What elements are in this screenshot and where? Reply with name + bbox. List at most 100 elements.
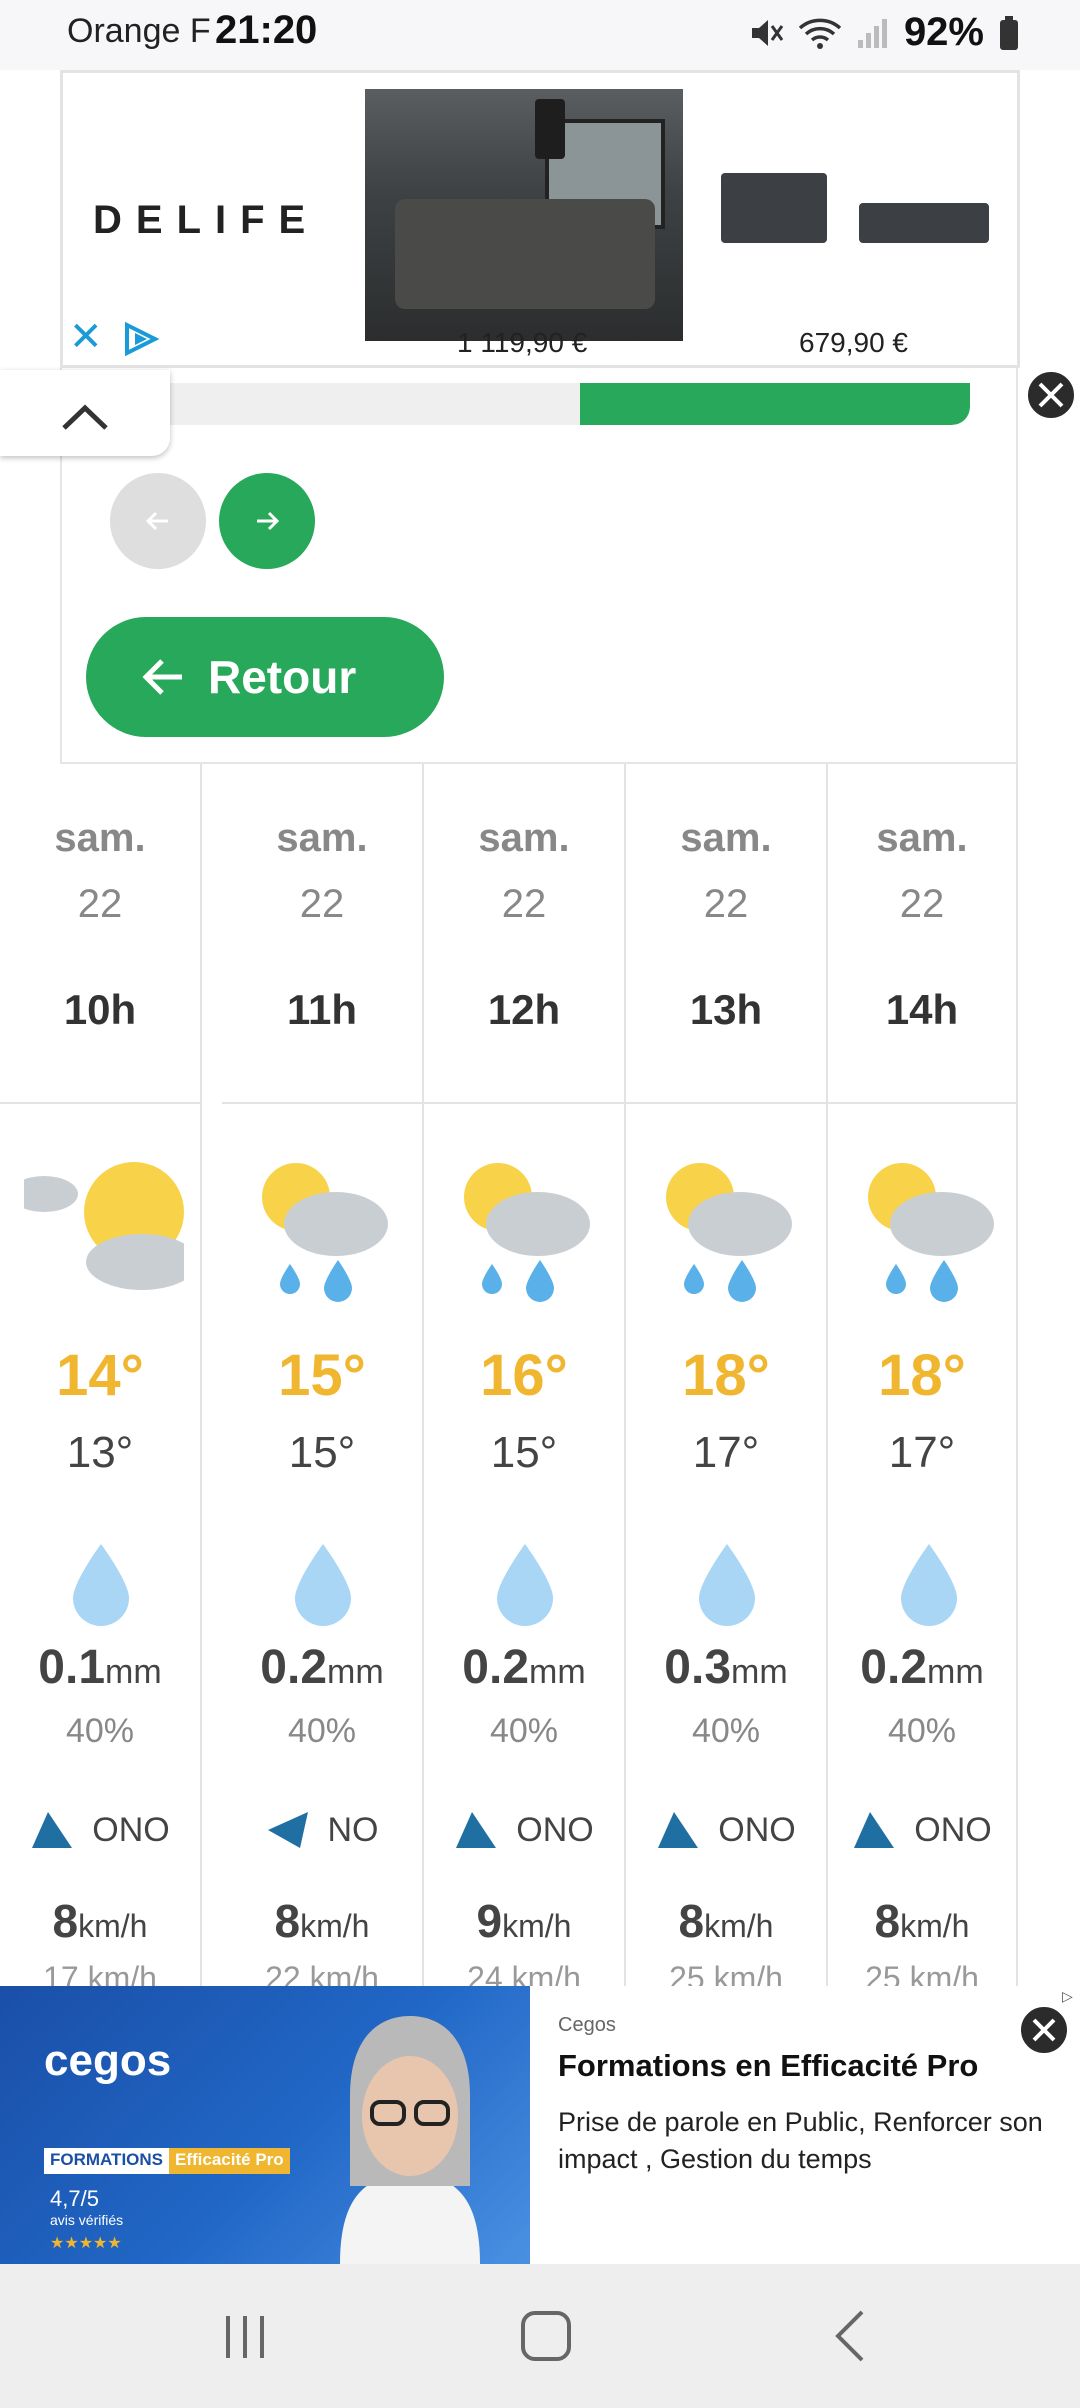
temp-min: 17°: [888, 1428, 956, 1477]
recent-apps-icon[interactable]: [220, 2312, 270, 2362]
precipitation: 0.3mm: [626, 1640, 826, 1695]
precipitation-probability: 40%: [287, 1712, 357, 1750]
temp-max: 14°: [56, 1343, 144, 1408]
ad-formations-tag: FORMATIONS Efficacité Pro: [44, 2148, 290, 2174]
ad-price-1: 1 119,90 €: [457, 327, 588, 358]
next-button[interactable]: [219, 473, 315, 569]
rain-drop-icon: [699, 1544, 755, 1626]
partly-cloudy-icon: [24, 1162, 184, 1290]
wind-direction: NO: [222, 1810, 422, 1850]
wind-speed: 8km/h: [828, 1894, 1016, 1948]
back-button-label: Retour: [208, 651, 357, 703]
day-name: sam.: [876, 816, 968, 860]
column-header: sam. 22 12h: [424, 764, 624, 1104]
day-number: 22: [77, 882, 123, 926]
wind-speed-unit: km/h: [78, 1908, 148, 1944]
progress-bar: [110, 383, 970, 425]
ad-sofa-image[interactable]: [365, 89, 683, 341]
ad-play-icon[interactable]: [121, 321, 161, 357]
top-ad-banner[interactable]: DELIFE 1 119,90 € 679,90 € ✕: [60, 70, 1020, 368]
close-button[interactable]: [1024, 368, 1078, 422]
day-name: sam.: [276, 816, 368, 860]
temp-min: 17°: [692, 1428, 760, 1477]
wind-arrow-icon: [267, 1812, 308, 1848]
wind-direction: ONO: [424, 1810, 624, 1850]
back-button[interactable]: Retour: [86, 617, 444, 737]
arrow-right-icon: [257, 511, 280, 531]
wind-speed-value: 8: [274, 1895, 301, 1947]
day-name: sam.: [54, 816, 146, 860]
wind-speed-unit: km/h: [502, 1908, 572, 1944]
temp-max: 18°: [878, 1343, 966, 1408]
collapse-button[interactable]: [0, 370, 170, 456]
ad-close-button[interactable]: [1018, 2004, 1070, 2056]
close-icon: [1038, 382, 1064, 408]
ad-rating: 4,7/5 avis vérifiés ★★★★★: [50, 2186, 123, 2254]
ad-lamp-graphic: [535, 99, 565, 159]
carrier-name: Orange F: [67, 12, 211, 50]
adchoices-icon[interactable]: ▷: [1062, 1988, 1073, 2005]
rain-drop-icon: [295, 1544, 351, 1626]
wind-gust: 25 km/h: [669, 1960, 783, 1986]
wind-direction-label: ONO: [516, 1810, 594, 1849]
ad-tag-formations: FORMATIONS: [44, 2148, 170, 2174]
precipitation-value: 0.2: [462, 1641, 530, 1694]
precipitation-value: 0.1: [38, 1641, 106, 1694]
rain-drop-icon: [73, 1544, 129, 1626]
wind-gust: 22 km/h: [265, 1960, 379, 1986]
ad-sofa-graphic: [395, 199, 655, 309]
ad-close-icon[interactable]: ✕: [69, 317, 103, 357]
sun-cloud-rain-icon: [666, 1163, 792, 1302]
ad-image[interactable]: cegos FORMATIONS Efficacité Pro 4,7/5 av…: [0, 1986, 530, 2264]
precipitation-probability: 40%: [65, 1712, 135, 1750]
temp-min: 15°: [288, 1428, 356, 1477]
wind-arrow-icon: [32, 1812, 73, 1848]
sun-cloud-rain-icon: [262, 1163, 388, 1302]
mute-icon: [751, 19, 784, 46]
precipitation-unit: mm: [529, 1653, 586, 1691]
wind-speed-unit: km/h: [704, 1908, 774, 1944]
wind-gust: 17 km/h: [43, 1960, 157, 1986]
hour-label: 14h: [885, 986, 959, 1033]
forecast-column[interactable]: sam. 22 10h 14° 13° 0.1mm 40% ONO 8km/h …: [0, 764, 202, 1986]
precipitation-probability: 40%: [691, 1712, 761, 1750]
ad-title[interactable]: Formations en Efficacité Pro: [558, 2048, 978, 2084]
day-name: sam.: [680, 816, 772, 860]
home-icon[interactable]: [520, 2310, 572, 2362]
forecast-column[interactable]: sam. 22 14h 18° 17° 0.2mm 40% ONO 8km/h …: [828, 764, 1018, 1986]
precipitation: 0.1mm: [0, 1640, 200, 1695]
clock: 21:20: [215, 8, 318, 52]
bottom-ad-banner[interactable]: cegos FORMATIONS Efficacité Pro 4,7/5 av…: [0, 1986, 1080, 2264]
precipitation-value: 0.3: [664, 1641, 732, 1694]
progress-fill: [580, 383, 970, 425]
precipitation: 0.2mm: [222, 1640, 422, 1695]
wind-gust: 25 km/h: [865, 1960, 979, 1986]
system-nav-bar: [0, 2264, 1080, 2408]
arrow-left-icon: [145, 511, 168, 531]
day-number: 22: [703, 882, 749, 926]
sun-cloud-rain-icon: [868, 1163, 994, 1302]
close-icon: [1032, 2018, 1056, 2042]
wind-direction-label: ONO: [914, 1810, 992, 1849]
forecast-column[interactable]: sam. 22 13h 18° 17° 0.3mm 40% ONO 8km/h …: [626, 764, 828, 1986]
hour-label: 13h: [689, 986, 763, 1033]
wind-arrow-icon: [854, 1812, 895, 1848]
column-header: sam. 22 10h: [0, 764, 200, 1104]
chevron-up-icon: [62, 404, 108, 430]
forecast-column[interactable]: sam. 22 11h 15° 15° 0.2mm 40% NO 8km/h 2…: [222, 764, 424, 1986]
precipitation-probability: 40%: [489, 1712, 559, 1750]
temp-min: 13°: [66, 1428, 134, 1477]
column-header: sam. 22 13h: [626, 764, 826, 1104]
day-number: 22: [501, 882, 547, 926]
wind-direction: ONO: [0, 1810, 200, 1850]
precipitation-value: 0.2: [260, 1641, 328, 1694]
wind-gust: 24 km/h: [467, 1960, 581, 1986]
ad-description: Prise de parole en Public, Renforcer son…: [558, 2107, 1043, 2174]
wind-arrow-icon: [658, 1812, 699, 1848]
back-icon[interactable]: [830, 2308, 870, 2364]
forecast-column[interactable]: sam. 22 12h 16° 15° 0.2mm 40% ONO 9km/h …: [424, 764, 626, 1986]
arrow-left-icon: [142, 659, 182, 695]
ad-cegos-logo: cegos: [44, 2036, 172, 2085]
previous-button[interactable]: [110, 473, 206, 569]
ad-bed-front-image: [721, 173, 827, 243]
